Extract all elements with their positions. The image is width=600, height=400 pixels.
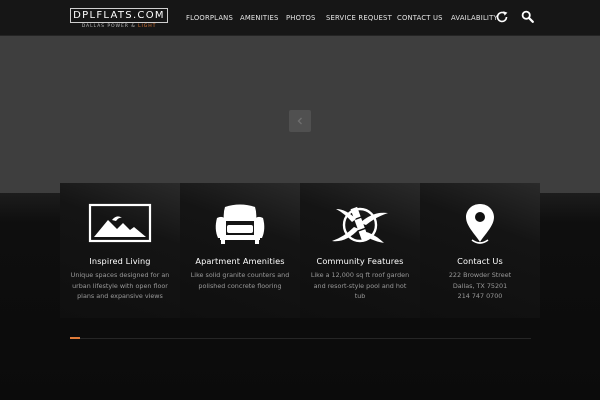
nav-service-request[interactable]: SERVICE REQUEST [326, 0, 392, 36]
mountain-landscape-icon [88, 203, 152, 243]
nav-availability[interactable]: AVAILABILITY [451, 0, 498, 36]
feature-inspired-living: Inspired Living Unique spaces designed f… [60, 183, 180, 318]
page: DPLFLATS.COM DALLAS POWER & LIGHT FLOORP… [0, 0, 600, 400]
feature-description: Unique spaces designed for an urban life… [70, 271, 170, 300]
feature-community-features: Community Features Like a 12,000 sq ft r… [300, 183, 420, 318]
feature-apartment-amenities: Apartment Amenities Like solid granite c… [180, 183, 300, 318]
feature-description: Like a 12,000 sq ft roof garden and reso… [310, 271, 410, 300]
section-divider [70, 338, 531, 339]
nav-contact-us[interactable]: CONTACT US [397, 0, 443, 36]
logo-tagline: DALLAS POWER & LIGHT [70, 24, 168, 29]
feature-description: 222 Browder Street Dallas, TX 75201 214 … [448, 271, 512, 300]
chevron-left-icon [297, 117, 302, 125]
slider-prev-button[interactable] [289, 110, 311, 132]
site-logo[interactable]: DPLFLATS.COM DALLAS POWER & LIGHT [70, 8, 168, 30]
nav-amenities[interactable]: AMENITIES [240, 0, 278, 36]
feature-title: Community Features [316, 256, 404, 266]
nav-photos[interactable]: PHOTOS [286, 0, 316, 36]
feature-description: Like solid granite counters and polished… [190, 271, 290, 290]
feature-title: Contact Us [457, 256, 503, 266]
logo-wordmark: DPLFLATS.COM [70, 8, 168, 23]
divider-accent [70, 337, 80, 339]
nav-floorplans[interactable]: FLOORPLANS [186, 0, 233, 36]
feature-title: Inspired Living [89, 256, 151, 266]
bamboo-leaf-icon [332, 206, 388, 243]
search-icon[interactable] [521, 10, 534, 23]
logo-tagline-accent: LIGHT [138, 24, 157, 29]
map-pin-icon [466, 204, 494, 244]
hero-slider [0, 36, 600, 193]
refresh-icon[interactable] [495, 10, 509, 24]
armchair-icon [215, 204, 265, 244]
site-header: DPLFLATS.COM DALLAS POWER & LIGHT FLOORP… [0, 0, 600, 36]
feature-contact-us: Contact Us 222 Browder Street Dallas, TX… [420, 183, 540, 318]
logo-tagline-main: DALLAS POWER & [81, 24, 139, 29]
feature-title: Apartment Amenities [195, 256, 285, 266]
